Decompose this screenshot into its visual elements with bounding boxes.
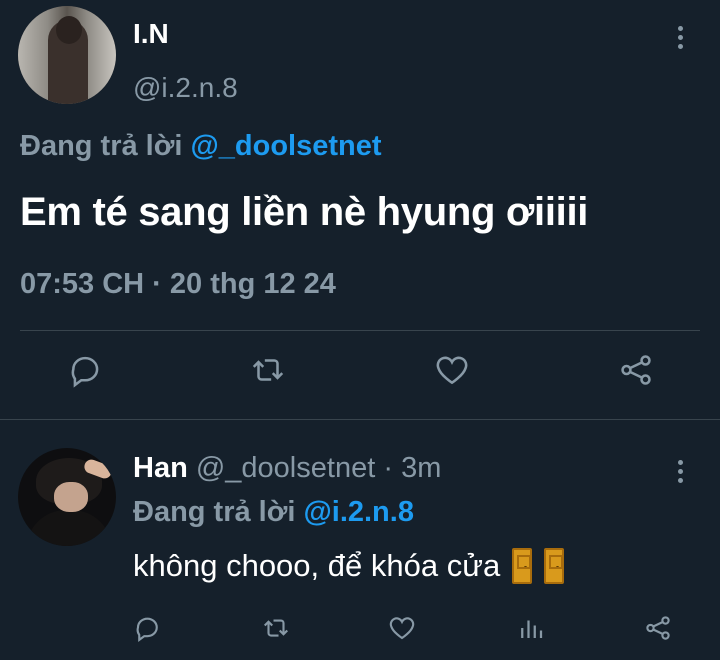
door-emoji-icon [544, 548, 565, 584]
tweet-text: không chooo, để khóa cửa [133, 548, 501, 583]
time-separator: · [383, 452, 393, 484]
replying-prefix: Đang trả lời [133, 496, 296, 528]
timestamp[interactable]: 07:53 CH · 20 thg 12 24 [20, 268, 336, 301]
author-handle[interactable]: @_doolsetnet [196, 452, 375, 484]
share-icon[interactable] [638, 608, 678, 648]
reply-icon[interactable] [128, 608, 168, 648]
author-handle[interactable]: @i.2.n.8 [133, 72, 238, 104]
avatar[interactable] [18, 448, 116, 546]
replying-to-line: Đang trả lời @_doolsetnet [20, 130, 382, 163]
main-tweet: I.N @i.2.n.8 Đang trả lời @_doolsetnet E… [0, 0, 720, 420]
retweet-icon[interactable] [256, 608, 296, 648]
replying-to-line: Đang trả lời @i.2.n.8 [133, 496, 414, 529]
author-name[interactable]: I.N [133, 18, 169, 50]
replying-to-link[interactable]: @i.2.n.8 [303, 496, 413, 528]
author-name[interactable]: Han [133, 452, 188, 484]
divider [20, 330, 700, 331]
avatar[interactable] [18, 6, 116, 104]
action-bar [0, 350, 720, 400]
reply-icon[interactable] [66, 350, 106, 390]
more-options-icon[interactable] [678, 26, 684, 53]
action-bar [0, 608, 720, 648]
share-icon[interactable] [616, 350, 656, 390]
like-icon[interactable] [432, 350, 472, 390]
tweet-text-row: không chooo, để khóa cửa [133, 548, 565, 584]
tweet-text: Em té sang liền nè hyung ơiiiii [20, 190, 589, 234]
relative-time[interactable]: 3m [401, 452, 441, 484]
replying-to-link[interactable]: @_doolsetnet [190, 130, 381, 162]
like-icon[interactable] [382, 608, 422, 648]
retweet-icon[interactable] [248, 350, 288, 390]
analytics-icon[interactable] [511, 608, 551, 648]
divider [0, 419, 720, 420]
reply-header: Han @_doolsetnet · 3m [133, 452, 441, 485]
more-options-icon[interactable] [678, 460, 684, 487]
replying-prefix: Đang trả lời [20, 130, 183, 162]
door-emoji-icon [512, 548, 533, 584]
reply-tweet: Han @_doolsetnet · 3m Đang trả lời @i.2.… [0, 430, 720, 660]
